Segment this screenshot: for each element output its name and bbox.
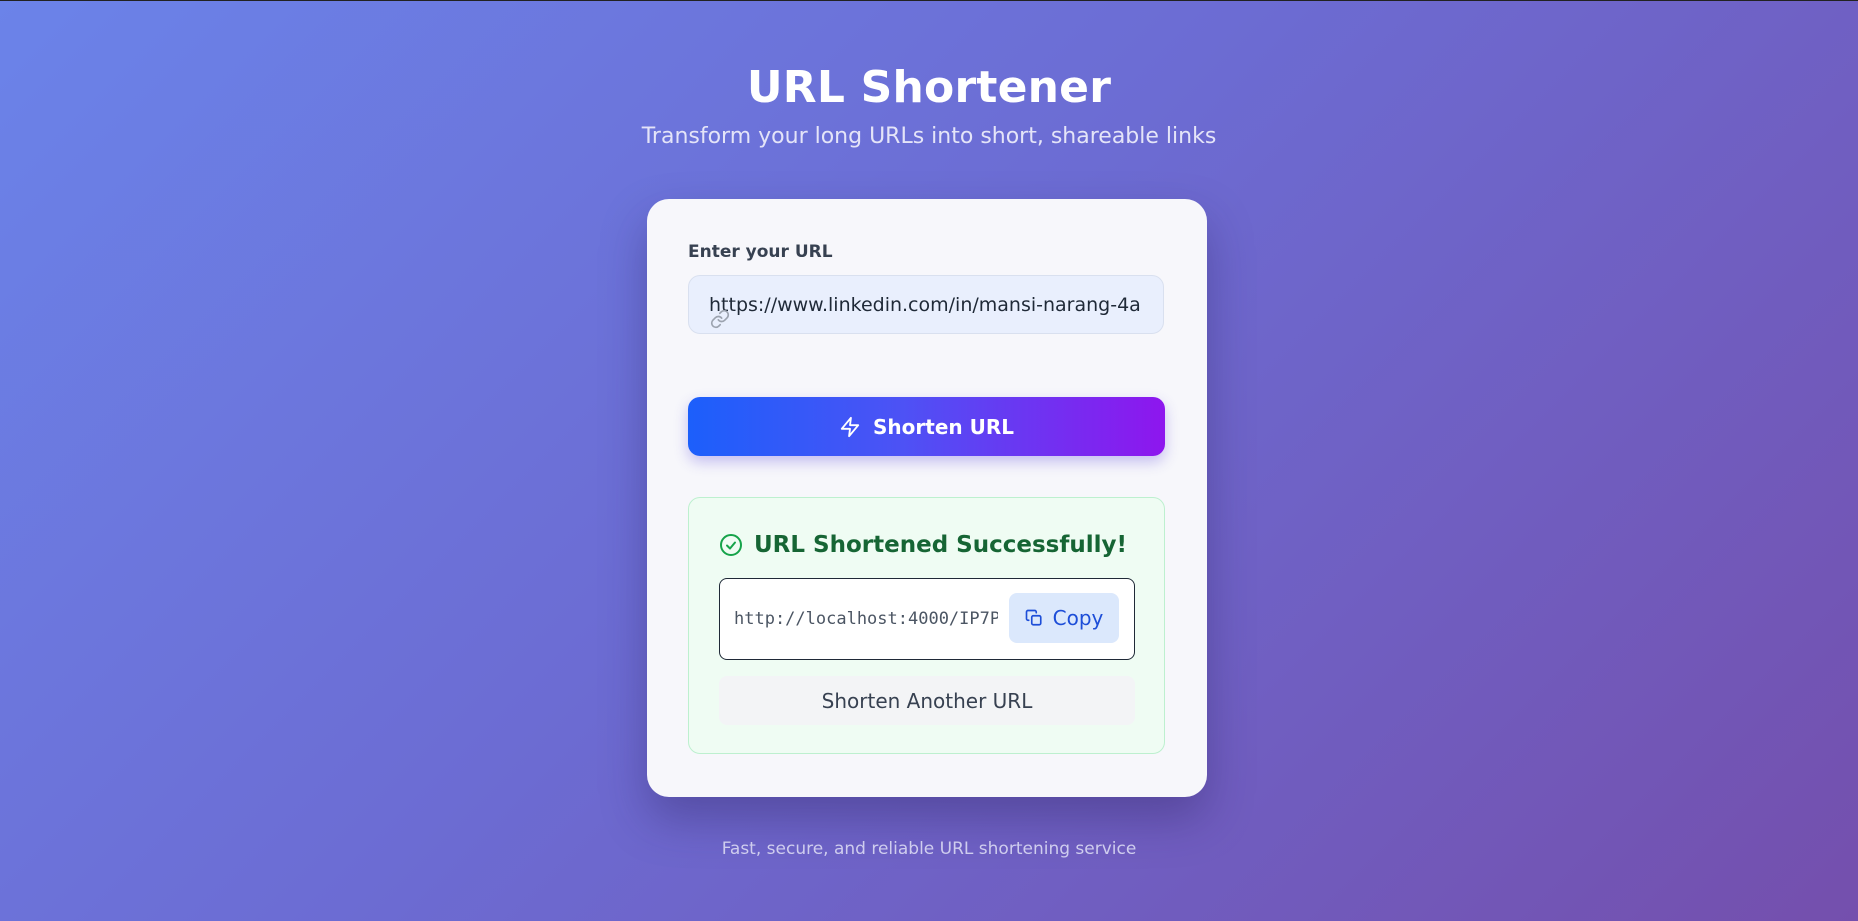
copy-label: Copy <box>1052 606 1104 630</box>
success-header: URL Shortened Successfully! <box>719 532 1127 558</box>
page-subtitle: Transform your long URLs into short, sha… <box>641 124 1217 149</box>
shorten-url-button[interactable]: Shorten URL <box>688 397 1165 456</box>
short-url-text[interactable]: http://localhost:4000/IP7Pfc <box>734 579 998 659</box>
result-panel: URL Shortened Successfully! http://local… <box>688 497 1165 754</box>
short-url-container: http://localhost:4000/IP7Pfc Copy <box>719 578 1135 660</box>
check-circle-icon <box>720 534 742 556</box>
url-input[interactable] <box>689 276 1163 333</box>
shorten-another-button[interactable]: Shorten Another URL <box>719 676 1135 725</box>
success-message: URL Shortened Successfully! <box>754 532 1127 558</box>
copy-icon <box>1025 609 1042 626</box>
shortener-card: Enter your URL Shorten URL URL Shortened… <box>647 199 1207 797</box>
lightning-icon <box>840 416 860 437</box>
url-field-label: Enter your URL <box>688 242 833 262</box>
copy-button[interactable]: Copy <box>1009 593 1119 643</box>
url-input-container <box>688 275 1164 334</box>
page-title: URL Shortener <box>746 62 1112 113</box>
footer-tagline: Fast, secure, and reliable URL shortenin… <box>721 839 1137 859</box>
page-header: URL Shortener Transform your long URLs i… <box>0 58 1858 149</box>
window-top-border <box>0 0 1858 1</box>
shorten-url-label: Shorten URL <box>873 414 1014 439</box>
